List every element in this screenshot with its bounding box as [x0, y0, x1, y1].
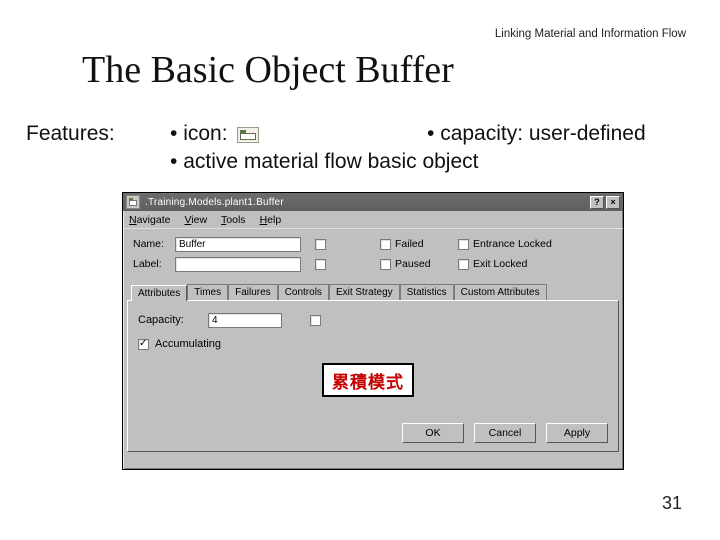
menu-help[interactable]: Help — [260, 214, 282, 226]
tab-times[interactable]: Times — [187, 284, 228, 300]
ok-button[interactable]: OK — [402, 423, 464, 443]
name-field[interactable]: Buffer — [175, 237, 301, 252]
capacity-label: Capacity: — [138, 314, 198, 326]
entrance-locked-label: Entrance Locked — [473, 238, 552, 250]
bullet-capacity-text: • capacity: user-defined — [427, 120, 646, 148]
tabstrip: Attributes Times Failures Controls Exit … — [131, 282, 615, 300]
inherit-capacity-toggle[interactable] — [310, 315, 321, 326]
titlebar[interactable]: .Training.Models.plant1.Buffer ? × — [123, 193, 623, 211]
window-title: .Training.Models.plant1.Buffer — [145, 197, 284, 208]
menu-view[interactable]: View — [184, 214, 207, 226]
menubar: Navigate View Tools Help — [123, 211, 623, 229]
menu-tools[interactable]: Tools — [221, 214, 246, 226]
tab-panel-attributes: Capacity: 4 Accumulating 累積模式 OK Cancel … — [127, 300, 619, 452]
help-button[interactable]: ? — [590, 196, 604, 209]
close-button[interactable]: × — [606, 196, 620, 209]
dialog-buttons: OK Cancel Apply — [402, 423, 608, 443]
accumulating-checkbox[interactable] — [138, 339, 149, 350]
tab-controls[interactable]: Controls — [278, 284, 329, 300]
exit-locked-label: Exit Locked — [473, 258, 527, 270]
label-field[interactable] — [175, 257, 301, 272]
paused-label: Paused — [395, 258, 431, 270]
paused-checkbox[interactable] — [380, 259, 391, 270]
accumulating-label: Accumulating — [155, 338, 221, 350]
buffer-icon — [237, 127, 259, 143]
failed-label: Failed — [395, 238, 424, 250]
name-label: Name: — [133, 238, 175, 250]
exit-locked-checkbox[interactable] — [458, 259, 469, 270]
tab-custom-attributes[interactable]: Custom Attributes — [454, 284, 547, 300]
slide-section: Linking Material and Information Flow — [495, 28, 686, 40]
menu-navigate[interactable]: Navigate — [129, 214, 170, 226]
cancel-button[interactable]: Cancel — [474, 423, 536, 443]
bullet-active-text: • active material flow basic object — [170, 148, 478, 176]
bullet-icon-text: • icon: — [170, 122, 228, 145]
capacity-field[interactable]: 4 — [208, 313, 282, 328]
properties-dialog: .Training.Models.plant1.Buffer ? × Navig… — [122, 192, 624, 470]
tab-failures[interactable]: Failures — [228, 284, 278, 300]
tab-statistics[interactable]: Statistics — [400, 284, 454, 300]
entrance-locked-checkbox[interactable] — [458, 239, 469, 250]
inherit-label-toggle[interactable] — [315, 259, 326, 270]
features-label: Features: — [26, 122, 115, 146]
buffer-icon — [126, 195, 140, 209]
features-bullets: • icon: • capacity: user-defined • activ… — [170, 120, 478, 177]
accumulating-annotation: 累積模式 — [322, 363, 414, 397]
inherit-name-toggle[interactable] — [315, 239, 326, 250]
failed-checkbox[interactable] — [380, 239, 391, 250]
page-title: The Basic Object Buffer — [82, 48, 454, 92]
page-number: 31 — [662, 493, 682, 514]
tab-attributes[interactable]: Attributes — [131, 285, 187, 301]
label-label: Label: — [133, 258, 175, 270]
tab-exit-strategy[interactable]: Exit Strategy — [329, 284, 400, 300]
apply-button[interactable]: Apply — [546, 423, 608, 443]
